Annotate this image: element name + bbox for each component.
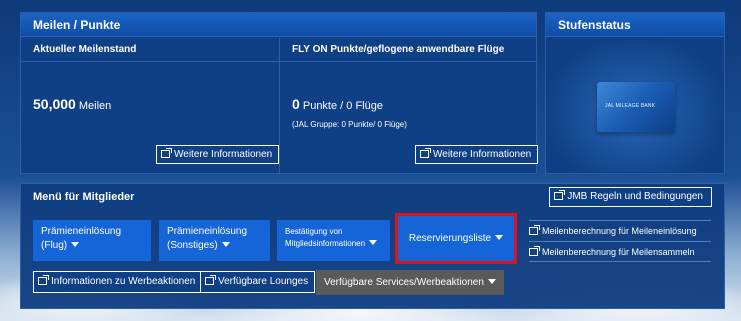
button-line1: Prämieneinlösung: [167, 226, 248, 237]
link-label: Meilenberechnung für Meileneinlösung: [542, 226, 697, 236]
current-miles-title: Aktueller Meilenstand: [21, 38, 279, 62]
external-link-icon: [161, 148, 172, 158]
mileage-bank-card-image: JAL MILEAGE BANK: [597, 82, 675, 132]
external-link-icon: [420, 148, 431, 158]
available-lounges-button[interactable]: Verfügbare Lounges: [200, 271, 316, 293]
points-unit: Punkte / 0 Flüge: [302, 100, 383, 112]
chevron-down-icon: [487, 279, 496, 284]
external-link-icon: [529, 246, 540, 256]
jmb-rules-label: JMB Regeln und Bedingungen: [567, 191, 703, 202]
button-line2-text: (Flug): [41, 240, 68, 251]
award-flight-button[interactable]: Prämieneinlösung (Flug): [33, 220, 151, 261]
external-link-icon: [205, 275, 216, 285]
chevron-down-icon: [369, 240, 378, 245]
points-value: 0: [292, 96, 300, 112]
miles-calc-accrual-link[interactable]: Meilenberechnung für Meilensammeln: [529, 241, 711, 262]
external-link-icon: [554, 190, 566, 200]
button-line2: Mitgliedsinformationen: [285, 238, 382, 250]
button-line2-text: Mitgliedsinformationen: [285, 239, 366, 248]
menu-title: Menü für Mitglieder: [33, 191, 135, 203]
button-line2: (Sonstiges): [167, 239, 262, 253]
button-line1: Prämieneinlösung: [41, 226, 122, 237]
link-label: Meilenberechnung für Meilensammeln: [542, 247, 695, 257]
button-label: Verfügbare Services/Werbeaktionen: [324, 277, 484, 288]
award-other-button[interactable]: Prämieneinlösung (Sonstiges): [159, 220, 270, 261]
chevron-down-icon: [71, 242, 80, 247]
jal-group-note: (JAL Gruppe: 0 Punkte/ 0 Flüge): [292, 120, 407, 129]
panel-title: Stufenstatus: [546, 13, 724, 37]
more-info-label: Weitere Informationen: [433, 149, 532, 160]
promotions-info-button[interactable]: Informationen zu Werbeaktionen: [33, 271, 203, 293]
more-info-label: Weitere Informationen: [174, 149, 273, 160]
external-link-icon: [38, 275, 49, 285]
card-label: JAL MILEAGE BANK: [605, 103, 656, 109]
more-info-points-button[interactable]: Weitere Informationen: [415, 145, 539, 164]
button-line2: (Flug): [41, 239, 143, 253]
button-label: Informationen zu Werbeaktionen: [51, 276, 196, 287]
external-link-icon: [529, 225, 540, 235]
miles-unit: Meilen: [78, 100, 112, 112]
card-background: JAL MILEAGE BANK: [547, 38, 723, 172]
miles-points-panel: Meilen / Punkte Aktueller Meilenstand 50…: [20, 12, 539, 174]
available-services-button[interactable]: Verfügbare Services/Werbeaktionen: [316, 270, 504, 295]
fly-on-points-section: FLY ON Punkte/geflogene anwendbare Flüge…: [279, 38, 539, 174]
fly-on-title: FLY ON Punkte/geflogene anwendbare Flüge: [280, 38, 536, 62]
jmb-rules-button[interactable]: JMB Regeln und Bedingungen: [549, 187, 712, 207]
miles-calc-redemption-link[interactable]: Meilenberechnung für Meileneinlösung: [529, 220, 711, 241]
tier-status-panel: Stufenstatus JAL MILEAGE BANK: [545, 12, 725, 174]
highlight-box: [395, 213, 517, 264]
miles-value: 50,000: [33, 96, 76, 112]
miles-balance: 50,000 Meilen: [33, 96, 111, 112]
side-links: Meilenberechnung für Meileneinlösung Mei…: [529, 220, 711, 262]
button-label: Verfügbare Lounges: [218, 276, 309, 287]
more-info-miles-button[interactable]: Weitere Informationen: [156, 145, 280, 164]
button-line1: Bestätigung von: [285, 227, 343, 236]
current-miles-section: Aktueller Meilenstand 50,000 Meilen Weit…: [21, 38, 280, 174]
member-info-confirm-button[interactable]: Bestätigung von Mitgliedsinformationen: [277, 220, 390, 261]
fly-on-balance: 0 Punkte / 0 Flüge: [292, 96, 383, 112]
panel-title: Meilen / Punkte: [21, 13, 536, 37]
member-menu-panel: Menü für Mitglieder JMB Regeln und Bedin…: [20, 183, 725, 309]
button-line2-text: (Sonstiges): [167, 240, 218, 251]
chevron-down-icon: [221, 242, 230, 247]
